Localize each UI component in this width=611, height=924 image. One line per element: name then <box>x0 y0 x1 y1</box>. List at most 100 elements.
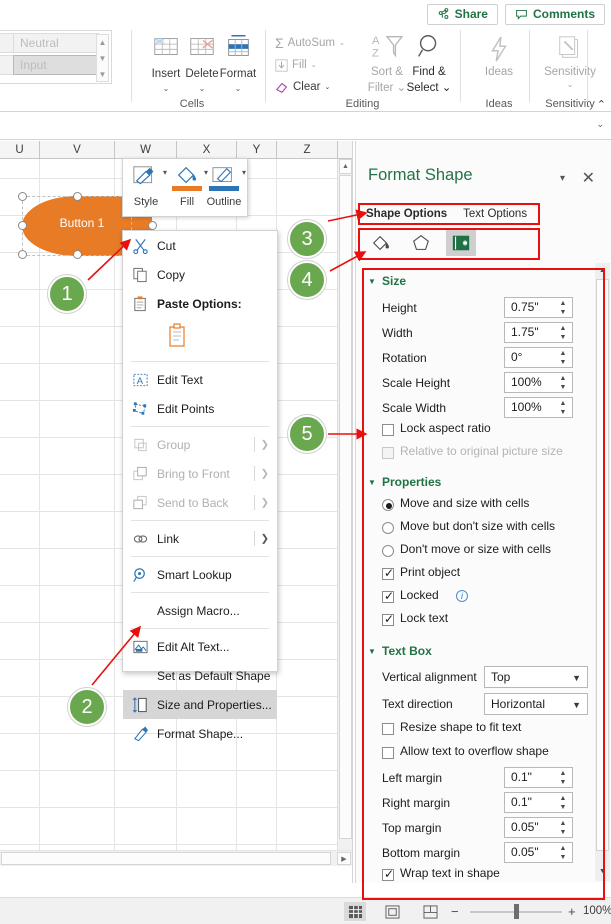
view-page-layout-button[interactable] <box>381 902 403 921</box>
mini-outline-color-swatch[interactable] <box>209 186 239 191</box>
menu-item-cut[interactable]: Cut <box>123 231 277 260</box>
callout-3: 3 <box>288 220 326 258</box>
vertical-scroll-thumb[interactable] <box>339 175 352 839</box>
grid-line <box>0 770 338 771</box>
menu-item-group: Group ❯ <box>123 430 277 459</box>
submenu-chevron-icon[interactable]: ❯ <box>261 533 269 544</box>
insert-cells-button[interactable]: Insert ⌄ <box>146 30 186 93</box>
panel-dropdown-icon[interactable]: ▾ <box>560 173 565 184</box>
style-input[interactable]: Input <box>13 55 99 75</box>
divider-sensitivity-end <box>587 30 588 102</box>
edit-points-icon <box>132 401 147 415</box>
styles-scroll-up-icon[interactable]: ▲ <box>97 35 108 50</box>
fill-button[interactable]: Fill ⌄ <box>275 54 317 76</box>
find-select-line2: Select ⌄ <box>406 82 452 94</box>
scroll-right-icon[interactable]: ▶ <box>337 852 351 865</box>
resize-handle-tc[interactable] <box>73 192 82 201</box>
share-button[interactable]: Share <box>426 3 498 25</box>
sensitivity-caret-icon[interactable]: ⌄ <box>542 80 598 89</box>
autosum-button[interactable]: Σ AutoSum ⌄ <box>275 32 345 54</box>
fill-bucket-icon <box>177 166 197 184</box>
paste-keep-formatting-icon[interactable] <box>167 322 189 350</box>
resize-handle-bl[interactable] <box>18 250 27 259</box>
clear-caret-icon[interactable]: ⌄ <box>324 83 330 91</box>
menu-item-edit-alt-text[interactable]: Edit Alt Text... <box>123 632 277 661</box>
menu-item-edit-points-label: Edit Points <box>157 401 215 416</box>
column-header-u[interactable]: U <box>0 141 40 159</box>
eraser-icon <box>275 82 288 93</box>
style-neutral[interactable]: Neutral <box>13 33 99 53</box>
menu-item-edit-text[interactable]: A Edit Text <box>123 365 277 394</box>
column-header-v[interactable]: V <box>40 141 115 159</box>
column-header-z[interactable]: Z <box>277 141 338 159</box>
resize-handle-ml[interactable] <box>18 221 27 230</box>
view-page-break-button[interactable] <box>419 902 441 921</box>
sort-filter-button[interactable]: A Z Sort & Filter ⌄ <box>363 30 411 94</box>
menu-item-set-default-shape[interactable]: Set as Default Shape <box>123 661 277 690</box>
collapse-ribbon-icon[interactable]: ⌃ <box>597 98 606 111</box>
resize-handle-bc[interactable] <box>73 250 82 259</box>
svg-text:Z: Z <box>372 47 379 59</box>
menu-item-copy[interactable]: Copy <box>123 260 277 289</box>
menu-item-size-and-properties[interactable]: Size and Properties... <box>123 690 277 719</box>
view-normal-button[interactable] <box>344 902 366 921</box>
comments-button[interactable]: Comments <box>504 3 605 25</box>
styles-more-icon[interactable]: ▼ <box>97 67 108 82</box>
menu-item-edit-points[interactable]: Edit Points <box>123 394 277 423</box>
column-header-x[interactable]: X <box>177 141 237 159</box>
mini-fill-color-swatch[interactable] <box>172 186 202 191</box>
paste-options-gallery[interactable] <box>123 318 277 358</box>
share-icon <box>438 7 448 19</box>
menu-item-link[interactable]: Link ❯ <box>123 524 277 553</box>
scroll-up-icon[interactable]: ▲ <box>339 159 352 174</box>
delete-cells-caret-icon[interactable]: ⌄ <box>182 84 222 93</box>
format-cells-button[interactable]: Format ⌄ <box>218 30 258 93</box>
resize-handle-mr[interactable] <box>148 221 157 230</box>
menu-item-assign-macro[interactable]: Assign Macro... <box>123 596 277 625</box>
mini-fill-button[interactable]: ▾ Fill <box>167 162 208 208</box>
column-header-y[interactable]: Y <box>237 141 277 159</box>
clear-button[interactable]: Clear ⌄ <box>275 76 330 98</box>
format-cells-caret-icon[interactable]: ⌄ <box>218 84 258 93</box>
delete-cells-button[interactable]: Delete ⌄ <box>182 30 222 93</box>
insert-cells-caret-icon[interactable]: ⌄ <box>146 84 186 93</box>
grid-line <box>39 159 40 866</box>
comments-label: Comments <box>532 7 595 21</box>
zoom-in-button[interactable]: + <box>568 904 576 919</box>
zoom-level-label[interactable]: 100% <box>583 905 611 917</box>
ideas-button[interactable]: Ideas <box>475 30 523 78</box>
autosum-caret-icon[interactable]: ⌄ <box>339 39 345 47</box>
styles-scroll-buttons[interactable]: ▲ ▼ ▼ <box>96 34 109 82</box>
formula-bar-expand-icon[interactable]: ⌄ <box>596 119 604 130</box>
highlight-box-icon-tabs <box>358 228 540 260</box>
comment-bubble-icon <box>516 9 527 20</box>
column-header-w[interactable]: W <box>115 141 177 159</box>
find-select-line1: Find & <box>412 66 446 78</box>
menu-item-cut-label: Cut <box>157 238 176 253</box>
sheet-horizontal-scrollbar[interactable]: ▶ <box>0 850 352 866</box>
mini-outline-caret-icon[interactable]: ▾ <box>242 168 246 177</box>
find-select-button[interactable]: Find & Select ⌄ <box>405 30 453 94</box>
format-cells-icon <box>228 35 249 56</box>
zoom-slider-thumb[interactable] <box>514 904 519 919</box>
shape-context-menu[interactable]: Cut Copy Paste Options: A Edit Text Edit… <box>122 230 278 741</box>
menu-item-format-shape[interactable]: Format Shape... <box>123 719 277 748</box>
mini-style-button[interactable]: ▾ Style <box>126 162 167 208</box>
editing-group-label: Editing <box>345 98 380 110</box>
magnifier-icon <box>418 35 437 57</box>
horizontal-scroll-thumb[interactable] <box>1 852 331 865</box>
sheet-vertical-scrollbar[interactable]: ▲ ▼ <box>337 159 352 866</box>
fill-caret-icon[interactable]: ⌄ <box>311 61 317 69</box>
format-shape-icon <box>134 725 149 741</box>
styles-scroll-down-icon[interactable]: ▼ <box>97 51 108 66</box>
menu-item-paste-options-label: Paste Options: <box>157 296 242 311</box>
panel-close-icon[interactable]: ✕ <box>582 168 595 188</box>
excel-window: Share Comments ... Neutral Input <box>0 0 611 924</box>
zoom-out-button[interactable]: − <box>451 904 459 919</box>
resize-handle-tl[interactable] <box>18 192 27 201</box>
mini-outline-button[interactable]: ▾ Outline <box>203 162 246 208</box>
mini-toolbar[interactable]: ▾ Style ▾ Fill ▾ Outline <box>122 158 248 217</box>
menu-item-smart-lookup[interactable]: Smart Lookup <box>123 560 277 589</box>
cell-styles-gallery[interactable]: ... Neutral Input ▲ ▼ ▼ <box>0 30 112 84</box>
formula-bar[interactable]: ⌄ <box>0 113 611 140</box>
